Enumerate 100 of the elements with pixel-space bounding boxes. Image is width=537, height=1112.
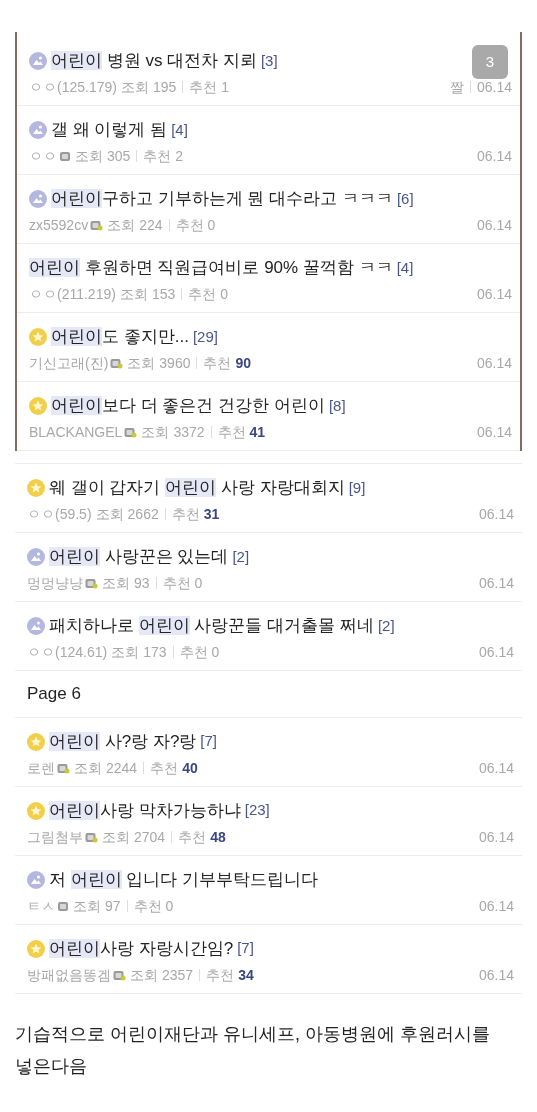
stat-label: 조회 xyxy=(111,643,140,662)
image-post-icon xyxy=(27,617,45,635)
member-icon xyxy=(113,968,126,981)
author-name: ㅇㅇ(124.61) xyxy=(27,643,108,662)
post-title[interactable]: 어린이 사랑꾼은 있는데 xyxy=(49,545,229,569)
comment-count: [9] xyxy=(348,477,366,498)
stat-label: 추천 xyxy=(178,827,207,847)
stat-label: 조회 xyxy=(141,423,170,442)
stat-value: 93 xyxy=(134,574,150,593)
post-title[interactable]: 어린이도 좋지만... xyxy=(51,325,189,349)
stat-label: 추천 xyxy=(179,643,208,662)
post-date: 06.14 xyxy=(476,78,512,97)
post-title[interactable]: 갤 왜 이렇게 됨 xyxy=(51,118,168,142)
stat-label: 추천 xyxy=(189,78,218,97)
comment-count: [8] xyxy=(328,395,346,416)
stat-label: 추천 xyxy=(162,574,191,593)
stat-label: 추천 xyxy=(206,965,235,985)
stat-value: 153 xyxy=(151,285,176,304)
post-title[interactable]: 패치하나로 어린이 사랑꾼들 대거출몰 쩌네 xyxy=(49,614,374,638)
post-title[interactable]: 어린이구하고 기부하는게 뭔 대수라고 ㅋㅋㅋ xyxy=(51,187,393,211)
caption-text: 기습적으로 어린이재단과 유니세프, 아동병원에 후원러시를 넣은다음 xyxy=(15,1022,491,1078)
post-date: 06.14 xyxy=(478,965,514,985)
author-name: 멍멍냥냥 xyxy=(27,574,83,593)
stat-label: 추천 xyxy=(217,423,246,442)
author-name: ㅇㅇ(211.219) xyxy=(29,285,116,304)
stat-value: 0 xyxy=(194,574,203,593)
stat-label: 추천 xyxy=(175,216,204,235)
star-post-icon xyxy=(27,801,45,820)
comment-count: [29] xyxy=(192,326,218,347)
author-name: 방패없음똥겜 xyxy=(27,965,111,985)
stat-value: 90 xyxy=(235,354,252,373)
stat-label: 조회 xyxy=(95,505,124,524)
post-date: 06.14 xyxy=(478,896,514,916)
comment-count: [7] xyxy=(200,731,218,752)
post-title[interactable]: 어린이 사?랑 자?랑 xyxy=(49,729,197,754)
post-tag: 짤 xyxy=(449,77,464,97)
post-date: 06.14 xyxy=(476,285,512,304)
star-post-icon xyxy=(27,939,45,958)
member-icon xyxy=(59,150,71,162)
stat-label: 조회 xyxy=(102,827,130,847)
stat-label: 조회 xyxy=(75,147,103,166)
stat-value: 173 xyxy=(143,643,167,662)
stat-value: 31 xyxy=(203,505,220,524)
author-name: ㅇㅇ xyxy=(29,147,57,166)
comment-count: [2] xyxy=(232,546,250,567)
author-name: 기신고래(진) xyxy=(29,354,109,373)
author-name: ㅇㅇ(59.5) xyxy=(27,505,92,524)
post-date: 06.14 xyxy=(476,147,512,166)
stat-value: 2704 xyxy=(134,827,166,847)
post-title[interactable]: 어린이 병원 vs 대전차 지뢰 xyxy=(51,49,257,73)
post-date: 06.14 xyxy=(476,423,512,442)
star-post-icon xyxy=(29,328,47,346)
stat-label: 추천 xyxy=(143,147,172,166)
stat-value: 224 xyxy=(139,216,163,235)
post-title[interactable]: 어린이사랑 막차가능하냐 xyxy=(49,798,241,823)
post-date: 06.14 xyxy=(478,827,514,847)
post-title[interactable]: 어린이 후원하면 직원급여비로 90% 꿀꺽함 ㅋㅋ xyxy=(29,256,393,280)
page-badge: 3 xyxy=(472,45,508,79)
stat-label: 조회 xyxy=(127,354,156,373)
post-title[interactable]: 웨 갤이 갑자기 어린이 사랑 자랑대회지 xyxy=(49,476,345,500)
author-name: ㅇㅇ(125.179) xyxy=(29,78,117,97)
post-date: 06.14 xyxy=(478,505,514,524)
comment-count: [4] xyxy=(171,119,188,140)
member-icon xyxy=(85,830,98,843)
post-date: 06.14 xyxy=(478,643,514,662)
post-date: 06.14 xyxy=(478,574,514,593)
stat-label: 조회 xyxy=(74,758,102,778)
post-date: 06.14 xyxy=(476,216,512,235)
comment-count: [2] xyxy=(377,615,395,636)
stat-label: 조회 xyxy=(130,965,158,985)
stat-value: 2662 xyxy=(127,505,159,524)
stat-value: 3372 xyxy=(173,423,205,442)
post-title[interactable]: 어린이보다 더 좋은건 건강한 어린이 xyxy=(51,394,325,418)
stat-value: 0 xyxy=(165,896,174,916)
stat-value: 195 xyxy=(152,78,177,97)
stat-value: 0 xyxy=(220,285,229,304)
stat-value: 0 xyxy=(211,643,220,662)
image-post-icon xyxy=(29,121,47,139)
member-icon xyxy=(57,761,70,774)
member-icon xyxy=(124,426,138,438)
post-title[interactable]: 어린이사랑 자랑시간임? xyxy=(49,936,234,961)
post-date: 06.14 xyxy=(476,354,512,373)
stat-label: 추천 xyxy=(150,758,179,778)
image-post-icon xyxy=(27,548,45,566)
stat-label: 조회 xyxy=(102,574,130,593)
stat-label: 조회 xyxy=(107,216,136,235)
member-icon xyxy=(57,899,69,912)
stat-value: 2357 xyxy=(162,965,194,985)
author-name: BLACKANGEL xyxy=(29,423,123,442)
stat-value: 97 xyxy=(105,896,121,916)
comment-count: [3] xyxy=(260,50,278,71)
stat-value: 34 xyxy=(238,965,254,985)
comment-count: [4] xyxy=(396,257,414,278)
star-post-icon xyxy=(27,479,45,497)
author-name: 그림첨부 xyxy=(27,827,83,847)
member-icon xyxy=(85,577,98,589)
post-title[interactable]: 저 어린이 입니다 기부부탁드립니다 xyxy=(49,867,319,892)
stat-value: 305 xyxy=(107,147,131,166)
image-post-icon xyxy=(29,52,47,70)
member-icon xyxy=(90,219,104,231)
